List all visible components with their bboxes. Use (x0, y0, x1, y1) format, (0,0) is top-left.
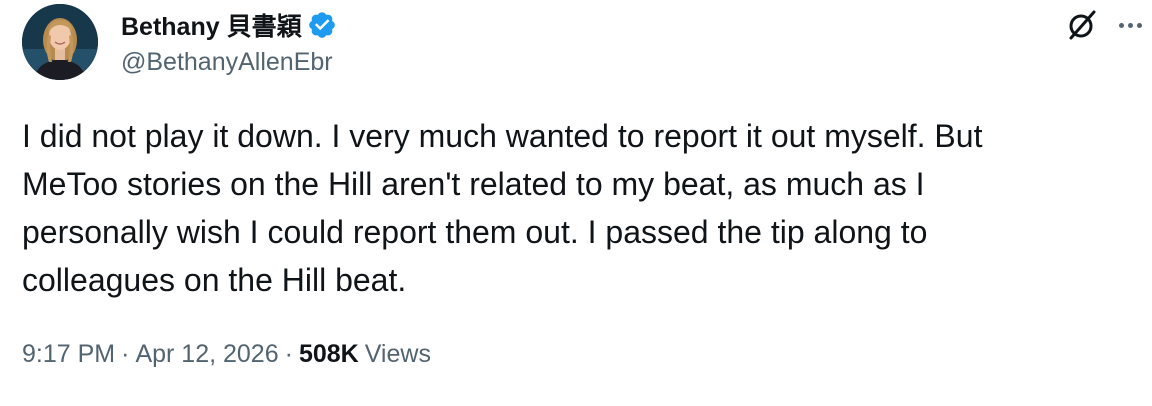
author-handle[interactable]: @BethanyAllenEbr (121, 48, 333, 77)
tweet-text: I did not play it down. I very much want… (22, 112, 1132, 304)
grok-icon[interactable] (1065, 8, 1099, 42)
more-dot (1127, 22, 1133, 28)
tweet-text-line: MeToo stories on the Hill aren't related… (22, 166, 925, 202)
views-count: 508K (298, 340, 359, 368)
tweet-meta: 9:17 PM · Apr 12, 2026 · 508K Views (22, 340, 431, 369)
views-label: Views (364, 340, 431, 368)
tweet-date[interactable]: Apr 12, 2026 (135, 340, 278, 369)
author-name-row: Bethany 貝書穎 (121, 8, 337, 42)
tweet-text-line: colleagues on the Hill beat. (22, 262, 407, 298)
more-dot (1136, 22, 1142, 28)
avatar[interactable] (22, 4, 98, 80)
more-options-icon[interactable] (1115, 8, 1145, 42)
verified-badge-icon[interactable] (307, 10, 337, 40)
tweet-text-line: personally wish I could report them out.… (22, 214, 928, 250)
meta-separator: · (284, 340, 293, 368)
more-dot (1118, 22, 1124, 28)
meta-separator: · (121, 340, 130, 368)
author-display-name[interactable]: Bethany 貝書穎 (121, 7, 302, 43)
tweet-card: Bethany 貝書穎 @BethanyAllenEbr I did not p… (0, 0, 1152, 406)
tweet-time[interactable]: 9:17 PM (22, 340, 115, 369)
tweet-text-line: I did not play it down. I very much want… (22, 118, 983, 154)
avatar-image (22, 4, 98, 80)
